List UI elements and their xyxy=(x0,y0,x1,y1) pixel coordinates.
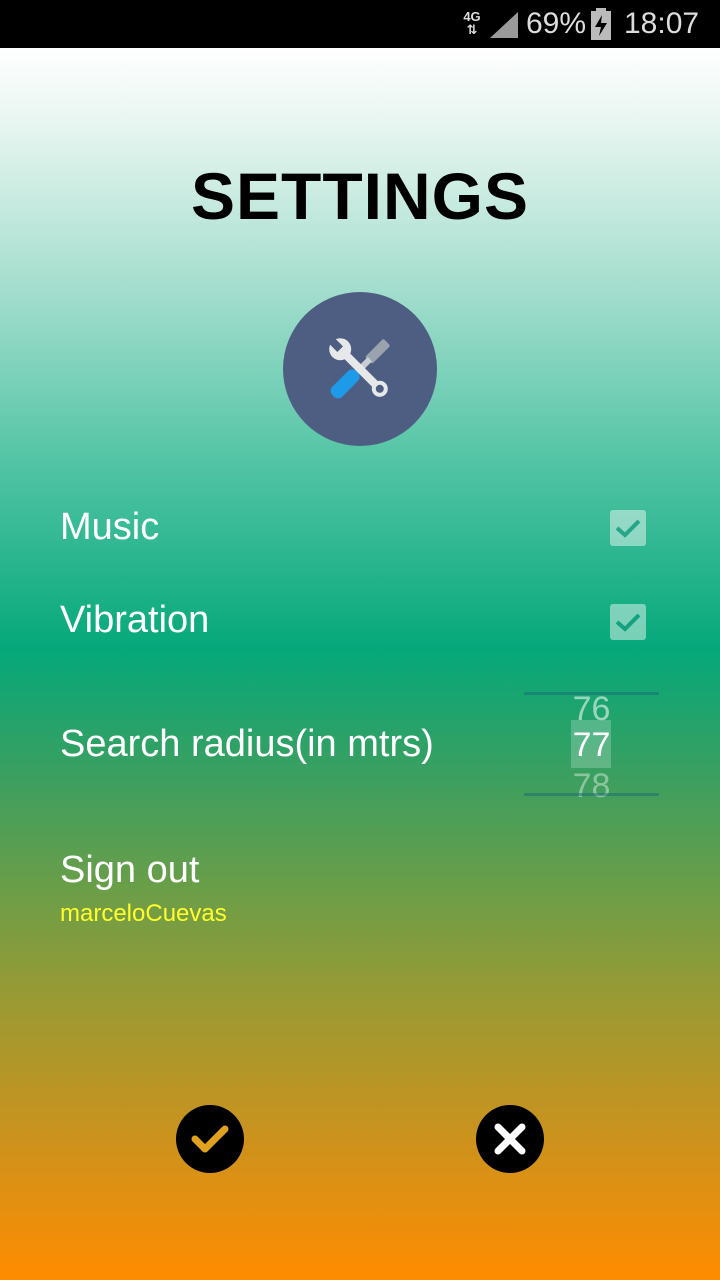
search-radius-label: Search radius(in mtrs) xyxy=(60,723,434,765)
battery-percent: 69% xyxy=(526,7,587,40)
checkmark-icon xyxy=(615,613,641,632)
picker-next-value[interactable]: 78 xyxy=(524,767,659,805)
settings-tools-icon xyxy=(283,292,437,446)
page-title: SETTINGS xyxy=(190,159,530,233)
picker-current-value[interactable]: 77 xyxy=(524,726,659,764)
signal-icon xyxy=(490,12,518,38)
close-icon xyxy=(494,1123,526,1155)
status-bar: 4G ⇅ 69% 18:07 xyxy=(0,0,720,48)
vibration-label: Vibration xyxy=(60,599,210,641)
checkmark-icon xyxy=(615,519,641,538)
confirm-button[interactable] xyxy=(176,1105,244,1173)
check-icon xyxy=(191,1125,229,1153)
sign-out-button[interactable]: Sign out xyxy=(60,848,199,892)
music-checkbox[interactable] xyxy=(610,510,646,546)
tools-icon xyxy=(328,337,390,399)
vibration-checkbox[interactable] xyxy=(610,604,646,640)
username-label: marceloCuevas xyxy=(60,900,227,927)
network-indicator: 4G ⇅ xyxy=(460,10,484,38)
data-activity-icon: ⇅ xyxy=(466,22,478,37)
battery-charging-icon xyxy=(591,8,611,40)
picker-divider-bottom xyxy=(524,793,659,796)
picker-prev-value[interactable]: 76 xyxy=(524,690,659,728)
search-radius-picker[interactable]: 76 77 78 xyxy=(524,690,659,805)
cancel-button[interactable] xyxy=(476,1105,544,1173)
music-label: Music xyxy=(60,506,160,548)
clock: 18:07 xyxy=(624,7,700,40)
